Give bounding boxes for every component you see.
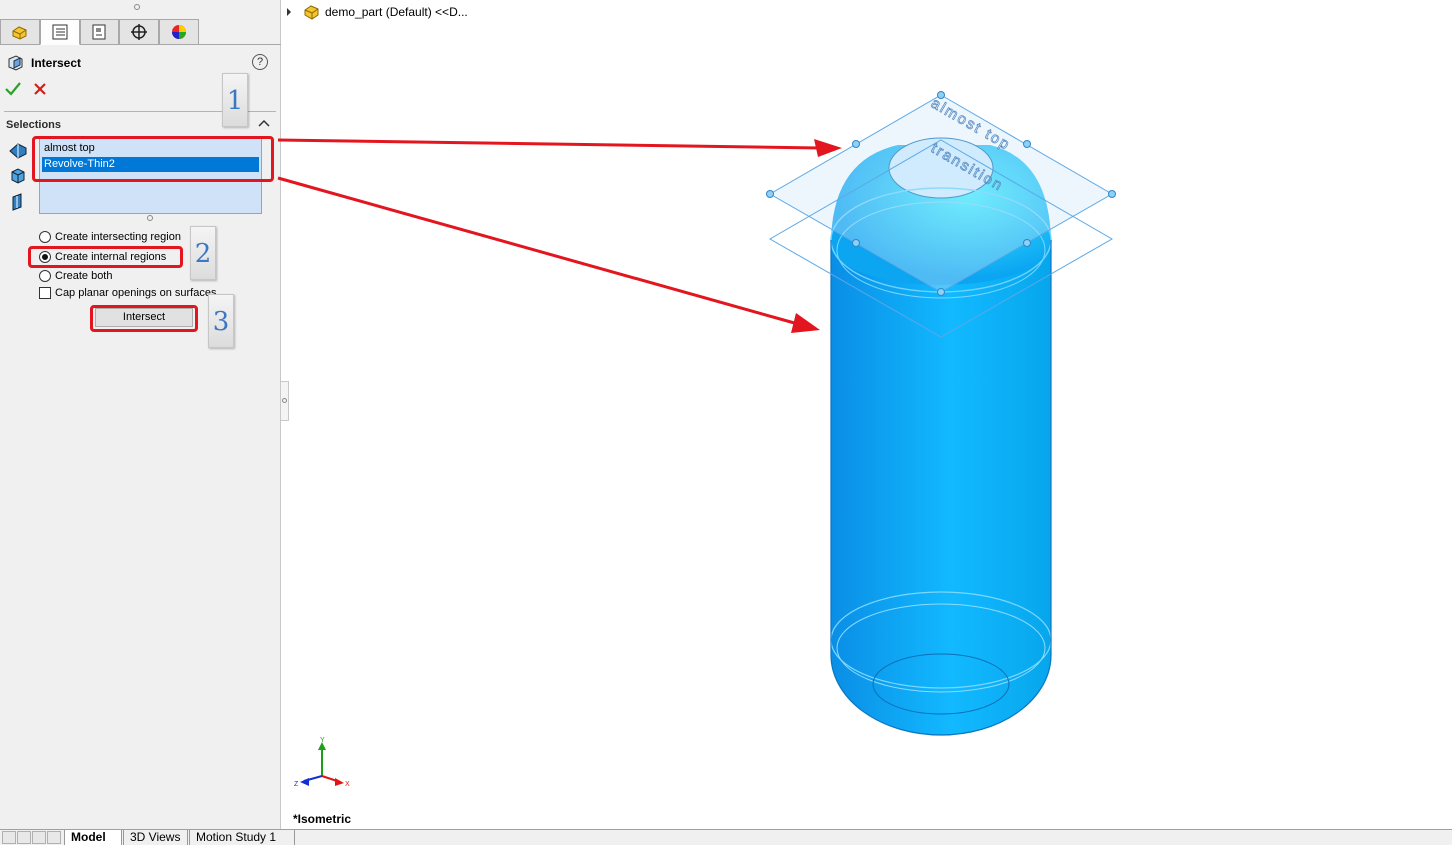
triad-y-label: Y (320, 737, 325, 744)
graphics-area[interactable]: almost top transition Y X Z (0, 0, 1452, 829)
view-orientation-label: *Isometric (293, 812, 352, 826)
first-tab-nav-icon[interactable] (2, 831, 16, 844)
tab-motion-study-1[interactable]: Motion Study 1 (189, 830, 295, 845)
callout-arrows (277, 138, 842, 333)
tab-3d-views[interactable]: 3D Views (123, 830, 188, 845)
last-tab-nav-icon[interactable] (47, 831, 61, 844)
prev-tab-nav-icon[interactable] (17, 831, 31, 844)
orientation-triad: Y X Z (294, 737, 350, 788)
next-tab-nav-icon[interactable] (32, 831, 46, 844)
plane-almost-top[interactable]: almost top (766, 91, 1116, 296)
triad-z-label: Z (294, 781, 299, 788)
tab-model[interactable]: Model (64, 830, 122, 845)
solidworks-window: Intersect ? Selections almost top Revolv… (0, 0, 1452, 845)
triad-x-label: X (345, 781, 350, 788)
bottom-tab-bar: Model 3D Views Motion Study 1 (0, 829, 1452, 845)
